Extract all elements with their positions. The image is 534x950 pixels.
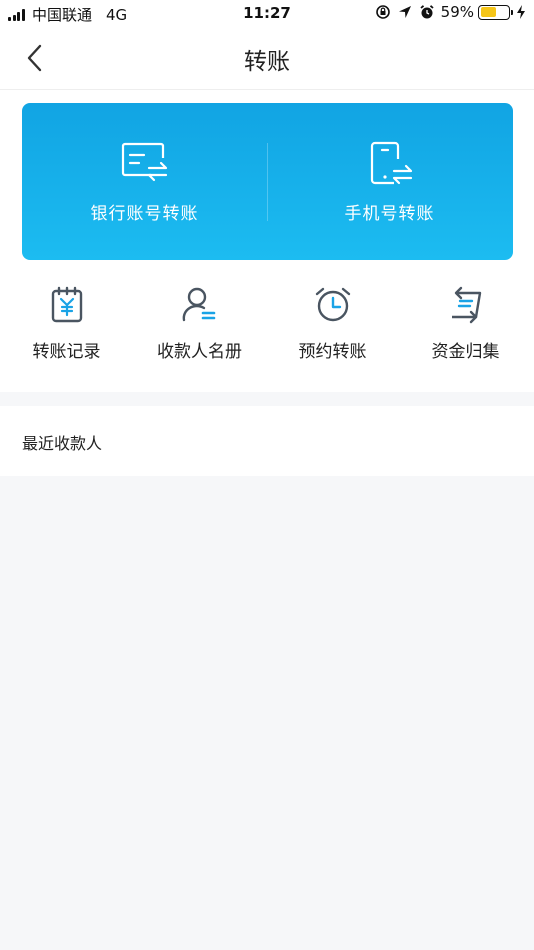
scheduled-transfer-label: 预约转账 [298, 342, 367, 362]
scheduled-transfer-button[interactable]: 预约转账 [266, 280, 399, 370]
nav-bar: 转账 [0, 28, 534, 90]
charging-icon [517, 5, 525, 19]
bank-card-transfer-icon [121, 142, 167, 182]
recent-payees-title: 最近收款人 [22, 434, 103, 453]
transfer-record-button[interactable]: 转账记录 [0, 280, 133, 370]
battery-percent: 59% [440, 3, 474, 21]
quick-actions: 转账记录 收款人名册 预约转账 资金归集 [0, 280, 534, 370]
transfer-record-icon [51, 286, 82, 323]
battery-icon [478, 4, 513, 20]
status-bar: 中国联通 4G 11:27 59% [0, 0, 534, 28]
rotation-lock-icon [375, 5, 390, 19]
phone-transfer-button[interactable]: 手机号转账 [267, 103, 512, 260]
transfer-record-label: 转账记录 [32, 342, 101, 362]
payee-list-icon [182, 287, 215, 322]
bank-account-transfer-label: 银行账号转账 [90, 204, 199, 224]
alarm-icon [420, 5, 434, 19]
recent-payees-section: 最近收款人 [0, 406, 534, 476]
fund-collection-button[interactable]: 资金归集 [399, 280, 532, 370]
transfer-card: 银行账号转账 手机号转账 [22, 103, 513, 260]
scheduled-transfer-icon [315, 287, 350, 322]
fund-collection-label: 资金归集 [431, 342, 500, 362]
page-title: 转账 [244, 49, 290, 75]
payee-list-label: 收款人名册 [157, 342, 242, 362]
location-icon [398, 6, 411, 18]
fund-collection-icon [451, 286, 481, 324]
phone-transfer-icon [370, 141, 412, 185]
phone-transfer-label: 手机号转账 [344, 204, 435, 224]
transfer-panel: 银行账号转账 手机号转账 转账记录 收款人名册 预约转账 资金归集 [0, 90, 534, 392]
bank-account-transfer-button[interactable]: 银行账号转账 [22, 103, 267, 260]
payee-list-button[interactable]: 收款人名册 [133, 280, 266, 370]
